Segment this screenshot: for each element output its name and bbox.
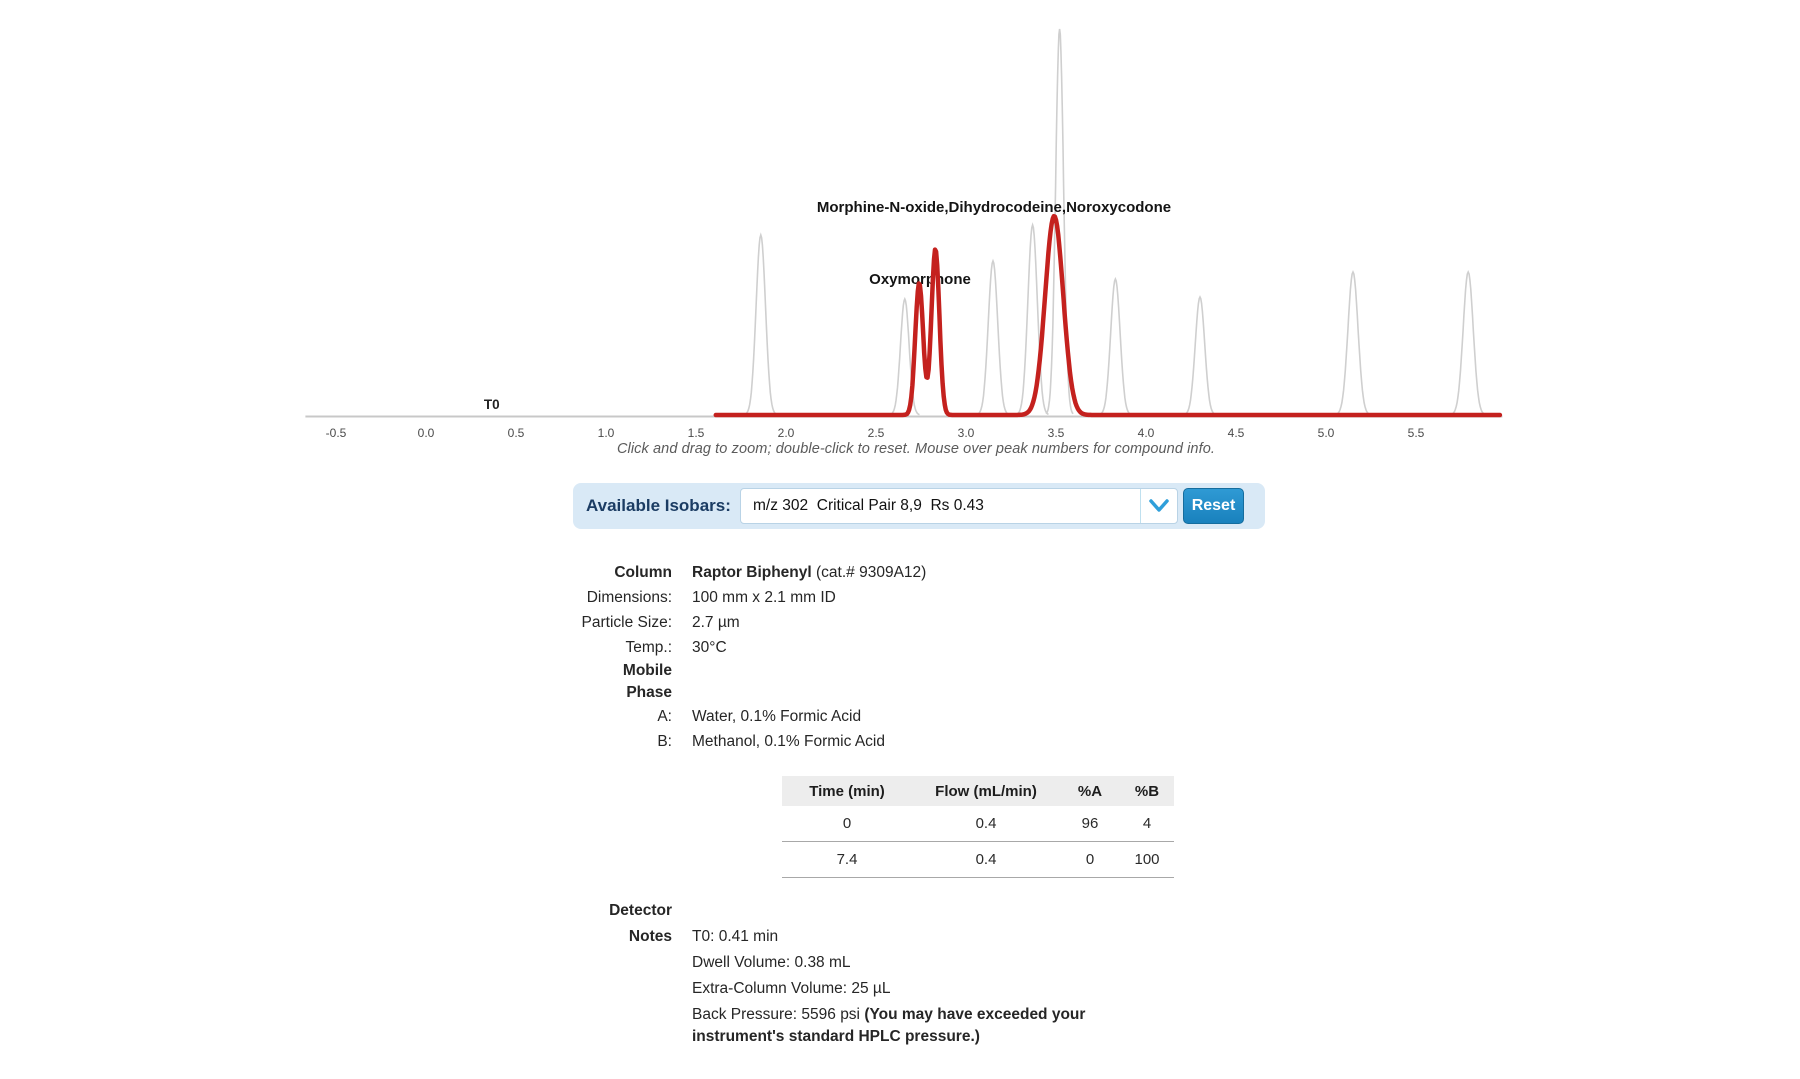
method-row-mobile-a: A: Water, 0.1% Formic Acid <box>450 704 926 729</box>
gradient-header-percent-b: %B <box>1120 776 1174 806</box>
method-value: 2.7 µm <box>692 610 740 635</box>
gradient-header-time: Time (min) <box>782 776 912 806</box>
gradient-row: 0 0.4 96 4 <box>782 806 1174 842</box>
method-label: Phase <box>450 682 672 704</box>
method-row-column: Column Raptor Biphenyl (cat.# 9309A12) <box>450 560 926 585</box>
method-label: Temp.: <box>450 635 672 660</box>
x-tick-label: 5.5 <box>1408 426 1425 440</box>
gradient-cell-percent-b: 4 <box>1120 806 1174 842</box>
method-value: 30°C <box>692 635 727 660</box>
note-t0: T0: 0.41 min <box>692 924 778 950</box>
x-tick-label: 4.0 <box>1138 426 1155 440</box>
method-row-mobile: Mobile <box>450 660 926 682</box>
notes-row-dwell-volume: Dwell Volume: 0.38 mL <box>450 950 1170 976</box>
isobars-selected-value: m/z 302 Critical Pair 8,9 Rs 0.43 <box>753 489 984 523</box>
gradient-row: 7.4 0.4 0 100 <box>782 842 1174 878</box>
method-row-mobile-b: B: Methanol, 0.1% Formic Acid <box>450 729 926 754</box>
background-peak <box>1184 297 1216 415</box>
method-row-phase: Phase <box>450 682 926 704</box>
method-row-particle-size: Particle Size: 2.7 µm <box>450 610 926 635</box>
t0-label: T0 <box>484 397 500 412</box>
method-value: Methanol, 0.1% Formic Acid <box>692 729 885 754</box>
background-peak <box>1100 279 1132 415</box>
chevron-down-icon[interactable] <box>1140 489 1177 523</box>
gradient-cell-percent-a: 96 <box>1060 806 1120 842</box>
gradient-header-flow: Flow (mL/min) <box>912 776 1060 806</box>
peak-annotation: Morphine-N-oxide,Dihydrocodeine,Noroxyco… <box>817 199 1171 216</box>
method-value: Water, 0.1% Formic Acid <box>692 704 861 729</box>
x-tick-label: 0.5 <box>508 426 525 440</box>
reset-button[interactable]: Reset <box>1183 488 1244 524</box>
x-tick-label: 3.0 <box>958 426 975 440</box>
chart-caption: Click and drag to zoom; double-click to … <box>400 441 1432 457</box>
detector-label: Detector <box>450 898 672 924</box>
chromatogram-plot[interactable]: -0.5 0.0 0.5 1.0 1.5 2.0 2.5 3.0 3.5 4.0 4.5 5.0 5.5… <box>0 0 1800 470</box>
method-label: Mobile <box>450 660 672 682</box>
x-tick-label: 1.5 <box>688 426 705 440</box>
method-row-dimensions: Dimensions: 100 mm x 2.1 mm ID <box>450 585 926 610</box>
method-value: 100 mm x 2.1 mm ID <box>692 585 836 610</box>
gradient-table: Time (min) Flow (mL/min) %A %B 0 0.4 96 … <box>782 776 1174 878</box>
method-label: Particle Size: <box>450 610 672 635</box>
method-label: Column <box>450 560 672 585</box>
method-label: A: <box>450 704 672 729</box>
note-extra-column-volume: Extra-Column Volume: 25 µL <box>692 976 890 1002</box>
detector-row: Detector <box>450 898 1170 924</box>
column-name: Raptor Biphenyl <box>692 564 812 581</box>
x-tick-label: 5.0 <box>1318 426 1335 440</box>
isobars-dropdown[interactable]: m/z 302 Critical Pair 8,9 Rs 0.43 <box>740 488 1178 524</box>
x-tick-label: 2.0 <box>778 426 795 440</box>
method-label: Dimensions: <box>450 585 672 610</box>
method-row-temp: Temp.: 30°C <box>450 635 926 660</box>
gradient-header-row: Time (min) Flow (mL/min) %A %B <box>782 776 1174 806</box>
gradient-cell-time: 0 <box>782 806 912 842</box>
method-label: B: <box>450 729 672 754</box>
x-tick-label: -0.5 <box>326 426 347 440</box>
x-tick-label: 1.0 <box>598 426 615 440</box>
gradient-header-percent-a: %A <box>1060 776 1120 806</box>
gradient-cell-percent-b: 100 <box>1120 842 1174 878</box>
notes-row-back-pressure: Back Pressure: 5596 psi (You may have ex… <box>450 1002 1170 1047</box>
column-cat-number: (cat.# 9309A12) <box>812 564 927 581</box>
gradient-cell-flow: 0.4 <box>912 806 1060 842</box>
background-peak <box>1336 272 1370 415</box>
method-value: Raptor Biphenyl (cat.# 9309A12) <box>692 560 926 585</box>
x-tick-label: 0.0 <box>418 426 435 440</box>
notes-row-t0: Notes T0: 0.41 min <box>450 924 1170 950</box>
method-details: Column Raptor Biphenyl (cat.# 9309A12) D… <box>450 560 926 754</box>
gradient-cell-percent-a: 0 <box>1060 842 1120 878</box>
gradient-cell-flow: 0.4 <box>912 842 1060 878</box>
x-tick-label: 4.5 <box>1228 426 1245 440</box>
isobars-label: Available Isobars: <box>586 483 731 529</box>
isobars-bar: Available Isobars: m/z 302 Critical Pair… <box>573 483 1265 529</box>
note-dwell-volume: Dwell Volume: 0.38 mL <box>692 950 851 976</box>
notes-row-extra-column-volume: Extra-Column Volume: 25 µL <box>450 976 1170 1002</box>
background-peak <box>1451 272 1485 415</box>
background-peak <box>977 261 1009 415</box>
note-back-pressure: Back Pressure: 5596 psi (You may have ex… <box>692 1002 1170 1047</box>
ezlc-method-simulator-page: -0.5 0.0 0.5 1.0 1.5 2.0 2.5 3.0 3.5 4.0 4.5 5.0 5.5… <box>0 0 1800 1079</box>
gradient-cell-time: 7.4 <box>782 842 912 878</box>
x-tick-label: 3.5 <box>1048 426 1065 440</box>
back-pressure-value: Back Pressure: 5596 psi <box>692 1006 864 1023</box>
notes-label: Notes <box>450 924 672 950</box>
detector-notes: Detector Notes T0: 0.41 min Dwell Volume… <box>450 898 1170 1047</box>
background-peak <box>745 235 777 414</box>
x-tick-label: 2.5 <box>868 426 885 440</box>
